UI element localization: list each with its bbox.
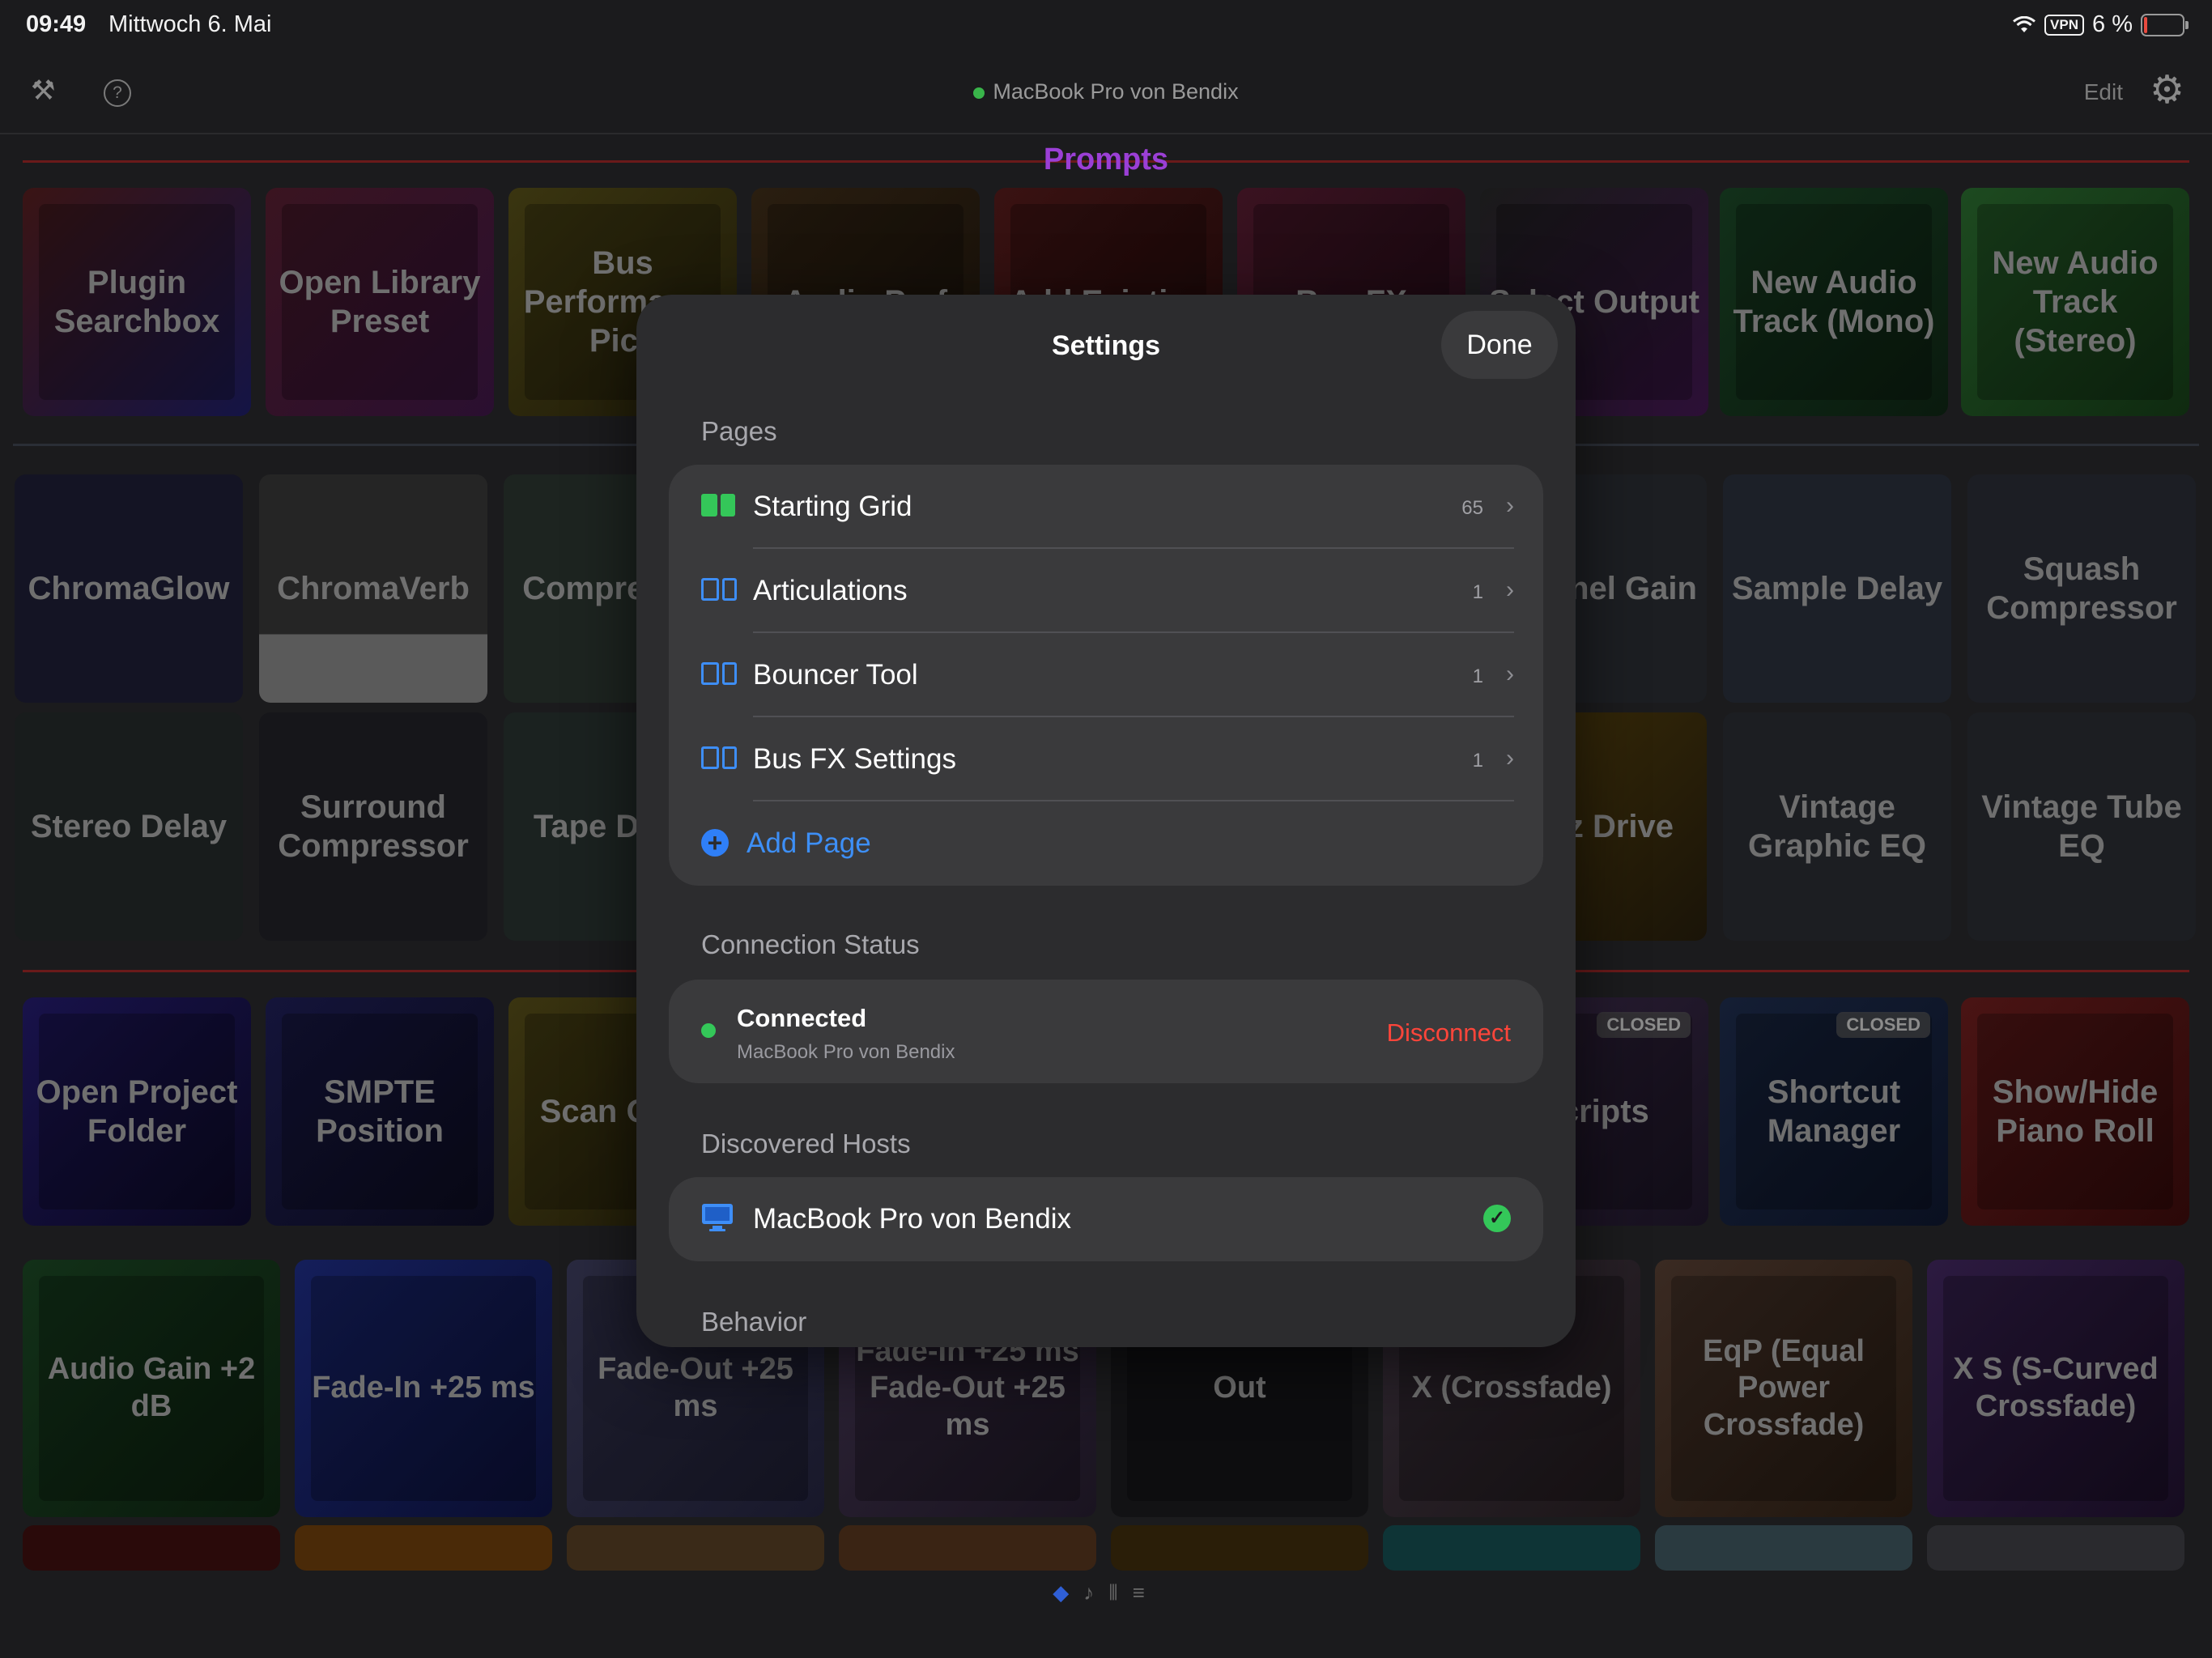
grid-tile[interactable]: Fade-In +25 ms [295, 1260, 552, 1517]
grid-tile[interactable]: ChromaVerb [259, 474, 487, 703]
status-time: 09:49 [26, 11, 87, 37]
connection-status-header: Connection Status [701, 929, 920, 959]
music-note-icon[interactable]: ♪ [1083, 1580, 1108, 1605]
grid-tile[interactable]: New Audio Track (Mono) [1720, 188, 1948, 416]
waveform-icon[interactable]: ⦀ [1108, 1580, 1132, 1605]
page-row-articulations[interactable]: Articulations 1 › [669, 549, 1543, 633]
grid-tile[interactable]: New Audio Track (Stereo) [1961, 188, 2189, 416]
status-date: Mittwoch 6. Mai [108, 11, 272, 37]
pages-list: Starting Grid 65 › Articulations 1 › Bou… [669, 465, 1543, 886]
grid-tile[interactable]: SMPTE Position [266, 997, 494, 1226]
discovered-host-row[interactable]: MacBook Pro von Bendix ✓ [669, 1177, 1543, 1261]
grid-tile[interactable]: Squash Compressor [1967, 474, 2196, 703]
chevron-right-icon: › [1506, 576, 1514, 603]
host-name: MacBook Pro von Bendix [753, 1203, 1071, 1235]
grid-outline-icon [701, 746, 737, 769]
add-page-button[interactable]: + Add Page [669, 801, 1543, 886]
grid-tile[interactable]: Surround Compressor [259, 712, 487, 941]
grid-tile[interactable] [1927, 1525, 2184, 1571]
grid-tile[interactable]: Vintage Tube EQ [1967, 712, 2196, 941]
connection-status: Connected [737, 1004, 867, 1032]
chevron-right-icon: › [1506, 745, 1514, 772]
grid-tile[interactable] [1383, 1525, 1640, 1571]
grid-tile[interactable] [1111, 1525, 1368, 1571]
grid-tile[interactable]: Open Library Preset [266, 188, 494, 416]
vpn-badge: VPN [2044, 14, 2085, 36]
section-title-prompts: Prompts [1043, 142, 1169, 176]
disconnect-button[interactable]: Disconnect [1387, 1018, 1511, 1048]
grid-outline-icon [701, 662, 737, 685]
status-bar: 09:49 Mittwoch 6. Mai VPN 6 % [0, 0, 2212, 52]
wifi-icon [2013, 15, 2035, 32]
chevron-right-icon: › [1506, 492, 1514, 519]
grid-tile[interactable]: Show/Hide Piano Roll [1961, 997, 2189, 1226]
desktop-computer-icon [702, 1204, 733, 1231]
connection-host: MacBook Pro von Bendix [737, 1041, 955, 1063]
grid-tile[interactable]: ChromaGlow [15, 474, 243, 703]
edit-button[interactable]: Edit [2084, 79, 2123, 105]
grid-filled-icon [701, 494, 735, 517]
settings-sheet: Settings Done Pages Starting Grid 65 › A… [636, 295, 1576, 1347]
connection-dot-icon [973, 87, 985, 99]
grid-tile[interactable]: EqP (Equal Power Crossfade) [1655, 1260, 1912, 1517]
status-dot-icon [701, 1023, 716, 1038]
grid-tile[interactable] [23, 1525, 280, 1571]
plus-circle-icon: + [701, 829, 729, 857]
checkmark-circle-icon: ✓ [1483, 1205, 1511, 1232]
settings-title: Settings [1051, 330, 1161, 361]
page-row-starting-grid[interactable]: Starting Grid 65 › [669, 465, 1543, 549]
behavior-header: Behavior [701, 1307, 807, 1337]
grid-outline-icon [701, 578, 737, 601]
done-button[interactable]: Done [1441, 311, 1558, 379]
gear-icon[interactable]: ⚙ [2150, 71, 2184, 110]
status-indicators: VPN 6 % [2012, 11, 2189, 38]
page-row-bouncer-tool[interactable]: Bouncer Tool 1 › [669, 633, 1543, 717]
top-bar: ⚒ ? MacBook Pro von Bendix Edit ⚙ [0, 52, 2212, 134]
page-row-bus-fx-settings[interactable]: Bus FX Settings 1 › [669, 717, 1543, 801]
list-icon[interactable]: ≡ [1133, 1580, 1159, 1605]
battery-percent: 6 % [2092, 11, 2133, 37]
discovered-hosts-header: Discovered Hosts [701, 1129, 911, 1158]
grid-tile[interactable] [839, 1525, 1096, 1571]
connection-status-card: Connected MacBook Pro von Bendix Disconn… [669, 980, 1543, 1083]
grid-tile[interactable]: Sample Delay [1723, 474, 1951, 703]
grid-tile[interactable]: Stereo Delay [15, 712, 243, 941]
grid-tile[interactable]: Open Project Folder [23, 997, 251, 1226]
connected-host-label: MacBook Pro von Bendix [0, 79, 2212, 104]
grid-tile[interactable] [295, 1525, 552, 1571]
grid-tile[interactable]: Vintage Graphic EQ [1723, 712, 1951, 941]
page-dot-current-icon[interactable]: ◆ [1053, 1580, 1083, 1605]
page-indicator[interactable]: ◆♪⦀≡ [0, 1580, 2212, 1606]
grid-tile[interactable]: Plugin Searchbox [23, 188, 251, 416]
grid-tile[interactable] [567, 1525, 824, 1571]
battery-icon [2141, 13, 2189, 36]
pages-header: Pages [701, 416, 777, 446]
chevron-right-icon: › [1506, 661, 1514, 687]
grid-tile[interactable]: Audio Gain +2 dB [23, 1260, 280, 1517]
grid-tile[interactable] [1655, 1525, 1912, 1571]
grid-tile[interactable]: CLOSED Shortcut Manager [1720, 997, 1948, 1226]
grid-tile[interactable]: X S (S-Curved Crossfade) [1927, 1260, 2184, 1517]
